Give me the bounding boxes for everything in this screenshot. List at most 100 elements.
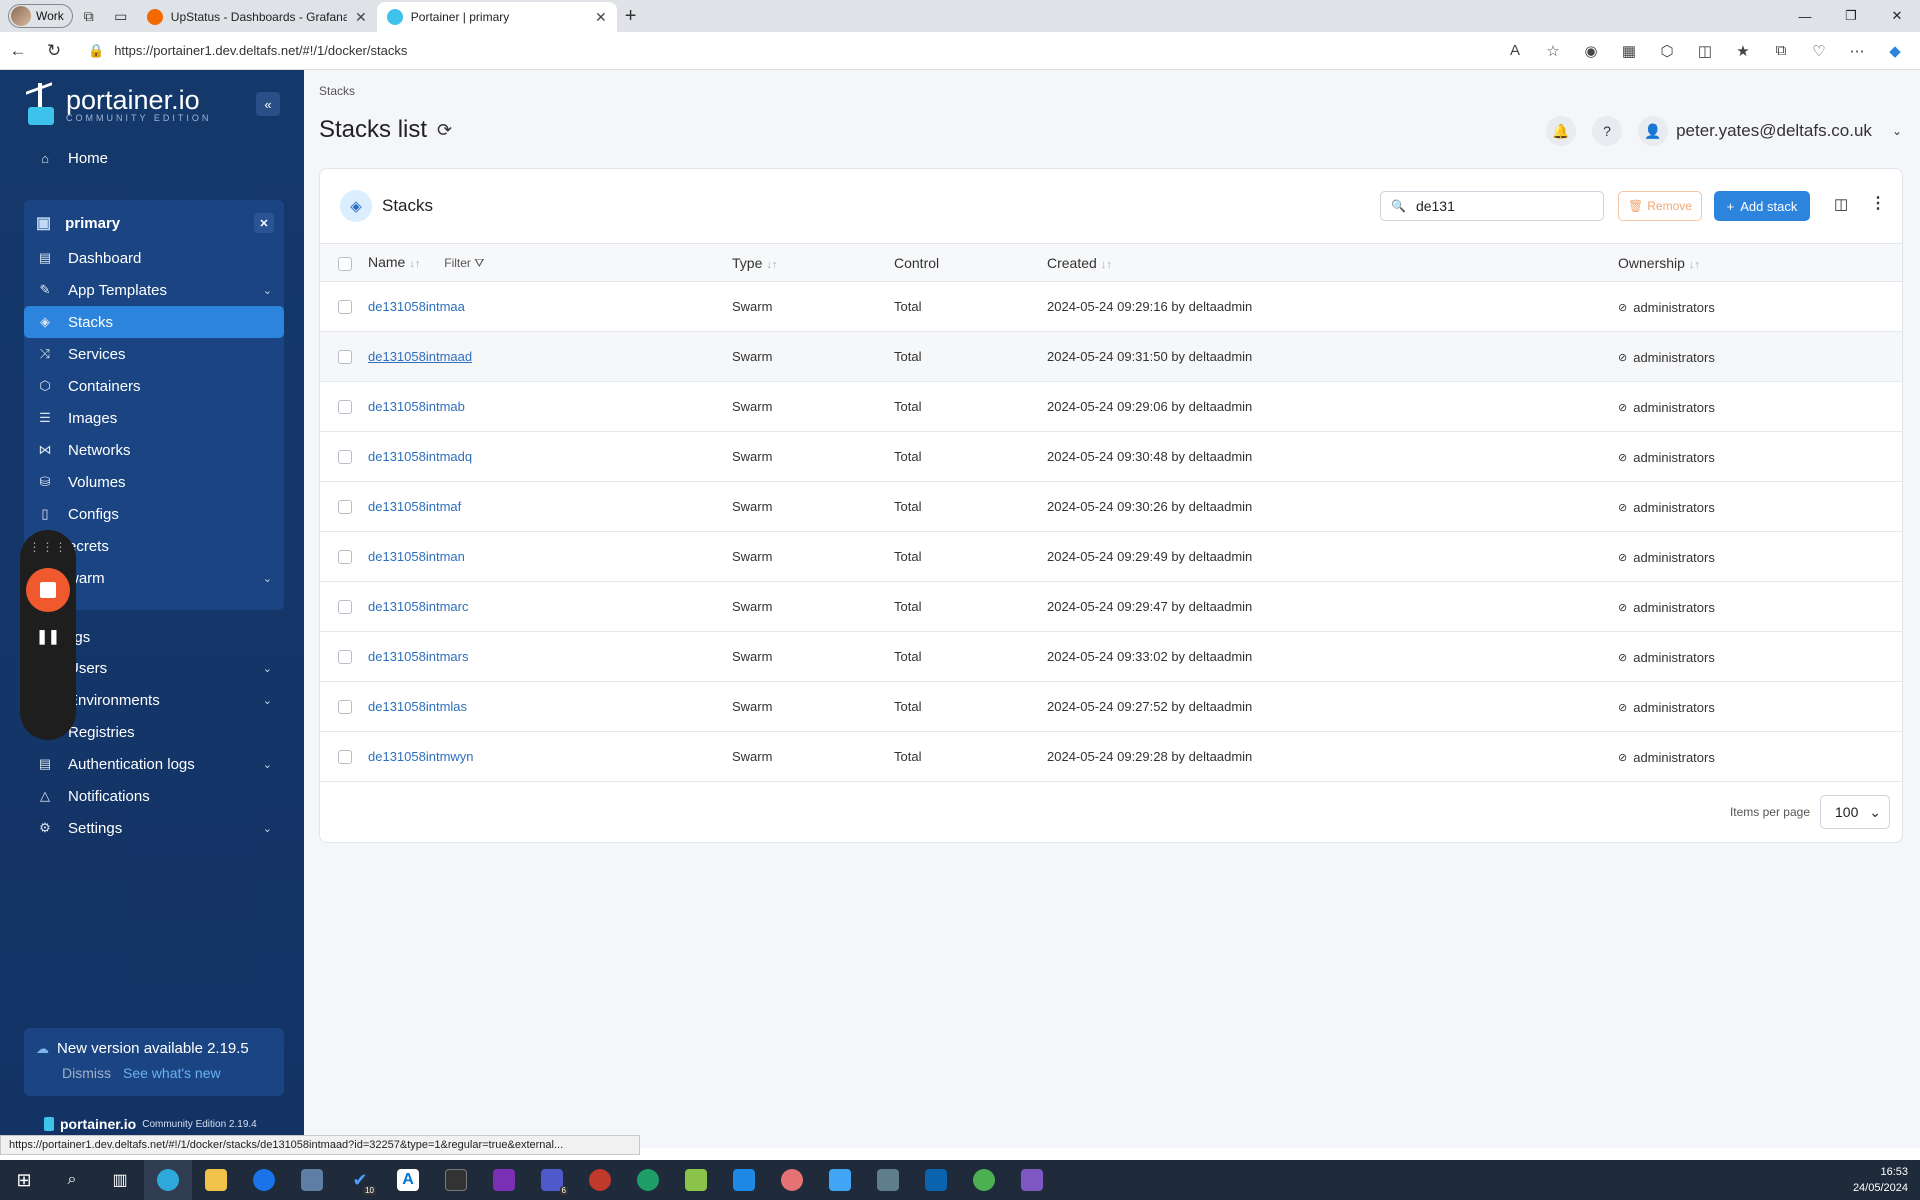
help-icon[interactable]: ?	[1592, 116, 1623, 146]
items-per-page-select[interactable]: 100 ⌄	[1820, 795, 1890, 829]
todo-icon[interactable]: ✔ 10	[336, 1160, 384, 1200]
favorite-icon[interactable]: ☆	[1534, 33, 1572, 69]
drag-handle-icon[interactable]: ⋮⋮⋮	[29, 540, 68, 554]
row-checkbox[interactable]	[338, 600, 352, 615]
user-menu[interactable]: 👤 peter.yates@deltafs.co.uk ⌄	[1638, 116, 1902, 146]
row-checkbox[interactable]	[338, 550, 352, 565]
app-icon[interactable]	[1008, 1160, 1056, 1200]
restore-icon[interactable]: ❐	[1828, 0, 1874, 32]
sort-desc-icon[interactable]: ↓↑	[409, 258, 420, 270]
start-icon[interactable]: ⊞	[0, 1160, 48, 1200]
chevron-down-icon[interactable]: ⌄	[263, 822, 272, 835]
stack-name-link[interactable]: de131058intmars	[368, 649, 468, 664]
extension-icon[interactable]: ◉	[1572, 33, 1610, 69]
onenote-icon[interactable]	[480, 1160, 528, 1200]
sidebar-item-notifications[interactable]: △ Notifications	[24, 780, 284, 812]
add-stack-button[interactable]: + Add stack	[1714, 191, 1810, 221]
stop-recording-button[interactable]	[26, 568, 70, 612]
breadcrumb[interactable]: Stacks	[319, 84, 355, 98]
favorites-icon[interactable]: ★	[1724, 33, 1762, 69]
sidebar-item-images[interactable]: ☰ Images	[24, 402, 284, 434]
outlook-icon[interactable]	[912, 1160, 960, 1200]
stack-name-link[interactable]: de131058intmab	[368, 399, 465, 414]
collapse-sidebar-icon[interactable]: «	[256, 92, 280, 116]
columns-icon[interactable]: ◫	[1834, 195, 1848, 213]
edge-dev-icon[interactable]	[624, 1160, 672, 1200]
teams-icon[interactable]: 6	[528, 1160, 576, 1200]
back-icon[interactable]: ←	[0, 33, 36, 69]
tab-grafana[interactable]: UpStatus - Dashboards - Grafana ✕	[137, 2, 377, 32]
stack-name-link[interactable]: de131058intmaad	[368, 349, 472, 364]
sidebar-item-volumes[interactable]: ⛁ Volumes	[24, 466, 284, 498]
pause-recording-icon[interactable]: ❚❚	[36, 628, 59, 645]
sidebar-item-containers[interactable]: ⬡ Containers	[24, 370, 284, 402]
close-tab-icon[interactable]: ✕	[595, 9, 607, 26]
search-input[interactable]: 🔍 de131	[1380, 191, 1604, 221]
sidebar-item-app-templates[interactable]: ✎ App Templates ⌄	[24, 274, 284, 306]
ownership-column-header[interactable]: Ownership	[1618, 255, 1685, 271]
row-checkbox[interactable]	[338, 700, 352, 715]
filter-button[interactable]: Filter ⛛	[444, 256, 484, 270]
chrome-icon[interactable]	[960, 1160, 1008, 1200]
vscode-icon[interactable]	[720, 1160, 768, 1200]
reload-icon[interactable]: ↻	[36, 33, 72, 69]
vertical-tabs-icon[interactable]: ▭	[105, 0, 137, 32]
app-icon[interactable]	[816, 1160, 864, 1200]
app-icon[interactable]	[288, 1160, 336, 1200]
azure-icon[interactable]: A	[384, 1160, 432, 1200]
search-icon[interactable]: ⌕	[48, 1160, 96, 1200]
dismiss-link[interactable]: Dismiss	[62, 1065, 111, 1081]
close-tab-icon[interactable]: ✕	[355, 9, 367, 26]
close-window-icon[interactable]: ✕	[1874, 0, 1920, 32]
select-all-checkbox[interactable]	[338, 256, 352, 271]
sidebar-item-stacks[interactable]: ◈ Stacks	[24, 306, 284, 338]
created-column-header[interactable]: Created	[1047, 255, 1097, 271]
remove-button[interactable]: 🗑 Remove	[1618, 191, 1702, 221]
row-checkbox[interactable]	[338, 500, 352, 515]
chevron-down-icon[interactable]: ⌄	[263, 758, 272, 771]
tab-portainer[interactable]: Portainer | primary ✕	[376, 2, 617, 32]
chevron-down-icon[interactable]: ⌄	[263, 662, 272, 675]
logo[interactable]: portainer.io COMMUNITY EDITION	[24, 70, 284, 140]
new-tab-icon[interactable]: +	[625, 5, 637, 28]
stack-name-link[interactable]: de131058intmaa	[368, 299, 465, 314]
sidebar-item-configs[interactable]: ▯ Configs	[24, 498, 284, 530]
sidebar-item-settings[interactable]: ⚙ Settings ⌄	[24, 812, 284, 844]
refresh-icon[interactable]: ⟳	[437, 120, 452, 141]
whats-new-link[interactable]: See what's new	[123, 1065, 221, 1081]
app-icon[interactable]	[768, 1160, 816, 1200]
close-environment-icon[interactable]: ✕	[254, 213, 274, 233]
notepad-icon[interactable]	[672, 1160, 720, 1200]
stack-name-link[interactable]: de131058intman	[368, 549, 465, 564]
sidebar-item-dashboard[interactable]: ▤ Dashboard	[24, 242, 284, 274]
sort-icon[interactable]: ↓↑	[766, 259, 777, 271]
split-screen-icon[interactable]: ◫	[1686, 33, 1724, 69]
type-column-header[interactable]: Type	[732, 255, 762, 271]
sidebar-item-networks[interactable]: ⋈ Networks	[24, 434, 284, 466]
row-checkbox[interactable]	[338, 650, 352, 665]
performance-icon[interactable]: ♡	[1800, 33, 1838, 69]
row-checkbox[interactable]	[338, 350, 352, 365]
menu-icon[interactable]: ⋯	[1838, 33, 1876, 69]
extensions-icon[interactable]: ⬡	[1648, 33, 1686, 69]
sort-icon[interactable]: ↓↑	[1101, 259, 1112, 271]
row-checkbox[interactable]	[338, 300, 352, 315]
workspaces-icon[interactable]: ⧉	[73, 0, 105, 32]
name-column-header[interactable]: Name	[368, 254, 405, 270]
sidebar-item-services[interactable]: ⤨ Services	[24, 338, 284, 370]
row-checkbox[interactable]	[338, 400, 352, 415]
url-field[interactable]: 🔒 https://portainer1.dev.deltafs.net/#!/…	[78, 36, 1458, 66]
app-icon[interactable]	[576, 1160, 624, 1200]
stack-name-link[interactable]: de131058intmadq	[368, 449, 472, 464]
sort-icon[interactable]: ↓↑	[1689, 259, 1700, 271]
taskbar-clock[interactable]: 16:53 24/05/2024	[1853, 1164, 1908, 1196]
profile-button[interactable]: Work	[8, 4, 73, 28]
read-aloud-icon[interactable]: A	[1496, 33, 1534, 69]
stack-name-link[interactable]: de131058intmlas	[368, 699, 467, 714]
collections-icon[interactable]: ⧉	[1762, 33, 1800, 69]
file-explorer-icon[interactable]	[192, 1160, 240, 1200]
notifications-bell-icon[interactable]: 🔔	[1546, 116, 1577, 146]
more-options-icon[interactable]: ⋮	[1870, 193, 1886, 213]
stack-name-link[interactable]: de131058intmwyn	[368, 749, 474, 764]
edge-icon[interactable]	[144, 1160, 192, 1200]
